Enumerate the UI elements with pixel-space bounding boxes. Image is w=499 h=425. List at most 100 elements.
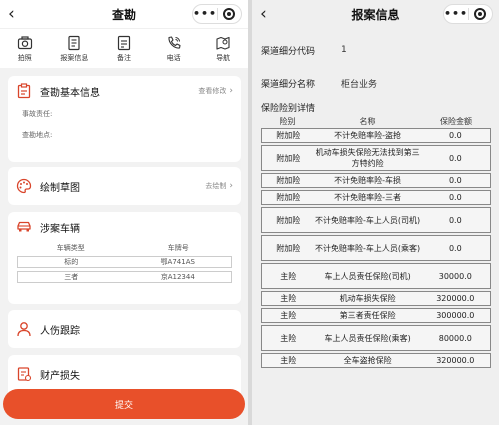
nav-bar: ‹ 报案信息 ••• [252,0,499,28]
submit-button[interactable]: 提交 [3,389,245,419]
vehicle-type: 三者 [64,273,79,281]
document-icon [68,35,80,50]
insurance-amount: 80000.0 [438,333,472,343]
channel-name-value: 柜台业务 [341,79,378,90]
insurance-amount: 0.0 [448,193,462,202]
insurance-type: 主险 [280,333,297,343]
chevron-right-icon: › [229,86,233,96]
table-row: 主险 机动车损失保险 320000.0 [261,291,491,306]
table-row: 主险 车上人员责任保险(司机) 30000.0 [261,263,491,289]
table-row: 主险 全车盗抢保险 320000.0 [261,353,491,368]
basic-info-header[interactable]: 查勘基本信息 查看修改 › [8,76,241,106]
page-title: 报案信息 [351,7,400,22]
camera-icon [17,35,32,49]
insurance-type: 主险 [280,311,297,320]
car-icon [17,221,31,232]
insurance-name: 不计免赔率险-车上人员(乘客) [315,243,421,253]
clipboard-icon [17,83,31,99]
insurance-type: 主险 [280,271,297,281]
vehicles-title: 涉案车辆 [40,223,80,235]
close-target-icon[interactable] [218,8,241,20]
amount-header: 保险金额 [440,116,472,126]
insurance-name: 不计免赔率险-三者 [334,193,402,202]
vehicle-type: 标的 [64,258,79,266]
draw-label: 去绘制 [205,182,227,190]
tool-navigation[interactable]: 导航 [201,35,245,63]
table-row[interactable]: 三者 京A12344 [17,271,232,283]
tool-label: 备注 [116,53,131,62]
insurance-type: 主险 [280,356,297,365]
plate-header: 车牌号 [167,243,189,252]
channel-name-label: 渠道细分名称 [261,79,316,90]
tool-label: 电话 [166,53,181,62]
insurance-name: 不计免赔率险-车上人员(司机) [315,215,421,225]
table-row[interactable]: 标的 鄂A741AS [17,256,232,268]
insurance-name: 机动车损失保险 [339,294,396,303]
insurance-amount: 0.0 [448,153,462,163]
insurance-type: 附加险 [276,193,301,202]
insurance-type: 附加险 [276,176,301,185]
more-icon[interactable]: ••• [444,6,468,22]
insurance-type: 附加险 [276,153,301,163]
injury-card[interactable]: 人伤跟踪 [8,310,241,348]
table-row: 附加险 不计免赔率险-车上人员(司机) 0.0 [261,207,491,233]
channel-code-value: 1 [341,45,347,55]
nav-bar: ‹ 查勘 ••• [0,0,248,28]
table-row: 主险 车上人员责任保险(乘客) 80000.0 [261,325,491,351]
insurance-amount: 320000.0 [436,356,475,365]
action-toolbar: 拍照 报案信息 备注 电话 导航 [0,28,248,68]
back-icon[interactable]: ‹ [8,4,15,24]
tool-label: 导航 [216,53,231,62]
page-title: 查勘 [111,7,136,22]
insurance-name: 全车盗抢保险 [343,356,392,365]
vehicle-type-header: 车辆类型 [56,243,85,252]
sketch-header[interactable]: 绘制草图 去绘制 › [8,171,241,201]
report-info-page: ‹ 报案信息 ••• 渠道细分代码 1 渠道细分名称 柜台业务 保险险别详情 险… [252,0,499,425]
tool-note[interactable]: 备注 [102,35,146,63]
insurance-table: 附加险 不计免赔率险-盗抢 0.0 附加险 机动车损失保险无法找到第三方特约险 0.0 附加… [252,128,499,368]
tool-label: 报案信息 [60,53,89,62]
insurance-name: 不计免赔率险-盗抢 [334,131,402,140]
more-icon[interactable]: ••• [193,6,217,22]
table-row: 附加险 不计免赔率险-盗抢 0.0 [261,128,491,143]
tool-report-info[interactable]: 报案信息 [52,35,96,63]
note-icon [117,35,131,50]
table-row: 附加险 机动车损失保险无法找到第三方特约险 0.0 [261,145,491,171]
injury-title: 人伤跟踪 [40,325,80,337]
insurance-name: 车上人员责任保险(乘客) [324,333,411,343]
view-edit-label: 查看修改 [198,87,227,95]
channel-code-row: 渠道细分代码 1 [252,38,499,62]
tool-label: 拍照 [17,53,32,62]
type-header: 险别 [279,116,296,126]
insurance-amount: 30000.0 [438,271,472,281]
property-title: 财产损失 [40,370,80,382]
insurance-name: 机动车损失保险无法找到第三方特约险 [315,148,420,168]
accident-liability-label: 事故责任: [22,110,53,118]
insurance-name: 第三者责任保险 [339,311,396,320]
tool-phone[interactable]: 电话 [152,35,196,63]
draw-link[interactable]: 去绘制 › [205,181,233,191]
table-row: 附加险 不计免赔率险-车上人员(乘客) 0.0 [261,235,491,261]
navigation-icon [216,36,230,50]
tool-camera[interactable]: 拍照 [3,35,47,63]
injury-header[interactable]: 人伤跟踪 [8,314,241,344]
name-header: 名称 [359,116,376,126]
insurance-name: 车上人员责任保险(司机) [324,271,411,281]
back-icon[interactable]: ‹ [260,4,267,24]
sketch-card[interactable]: 绘制草图 去绘制 › [8,167,241,205]
mini-program-capsule: ••• [443,4,493,24]
vehicles-header: 涉案车辆 [8,212,241,242]
close-target-icon[interactable] [469,8,492,20]
property-header[interactable]: 财产损失 [8,359,241,389]
plate-number: 鄂A741AS [160,258,195,266]
insurance-detail-title: 保险险别详情 [261,104,316,114]
vehicles-table: 车辆类型 车牌号 标的 鄂A741AS 三者 京A12344 [17,242,232,283]
view-edit-link[interactable]: 查看修改 › [198,86,233,96]
insurance-amount: 0.0 [448,131,462,140]
chevron-right-icon: › [229,181,233,191]
insurance-amount: 320000.0 [436,294,475,303]
person-icon [17,322,31,337]
basic-info-title: 查勘基本信息 [40,87,100,99]
sketch-title: 绘制草图 [40,182,80,194]
insurance-type: 附加险 [276,243,301,253]
